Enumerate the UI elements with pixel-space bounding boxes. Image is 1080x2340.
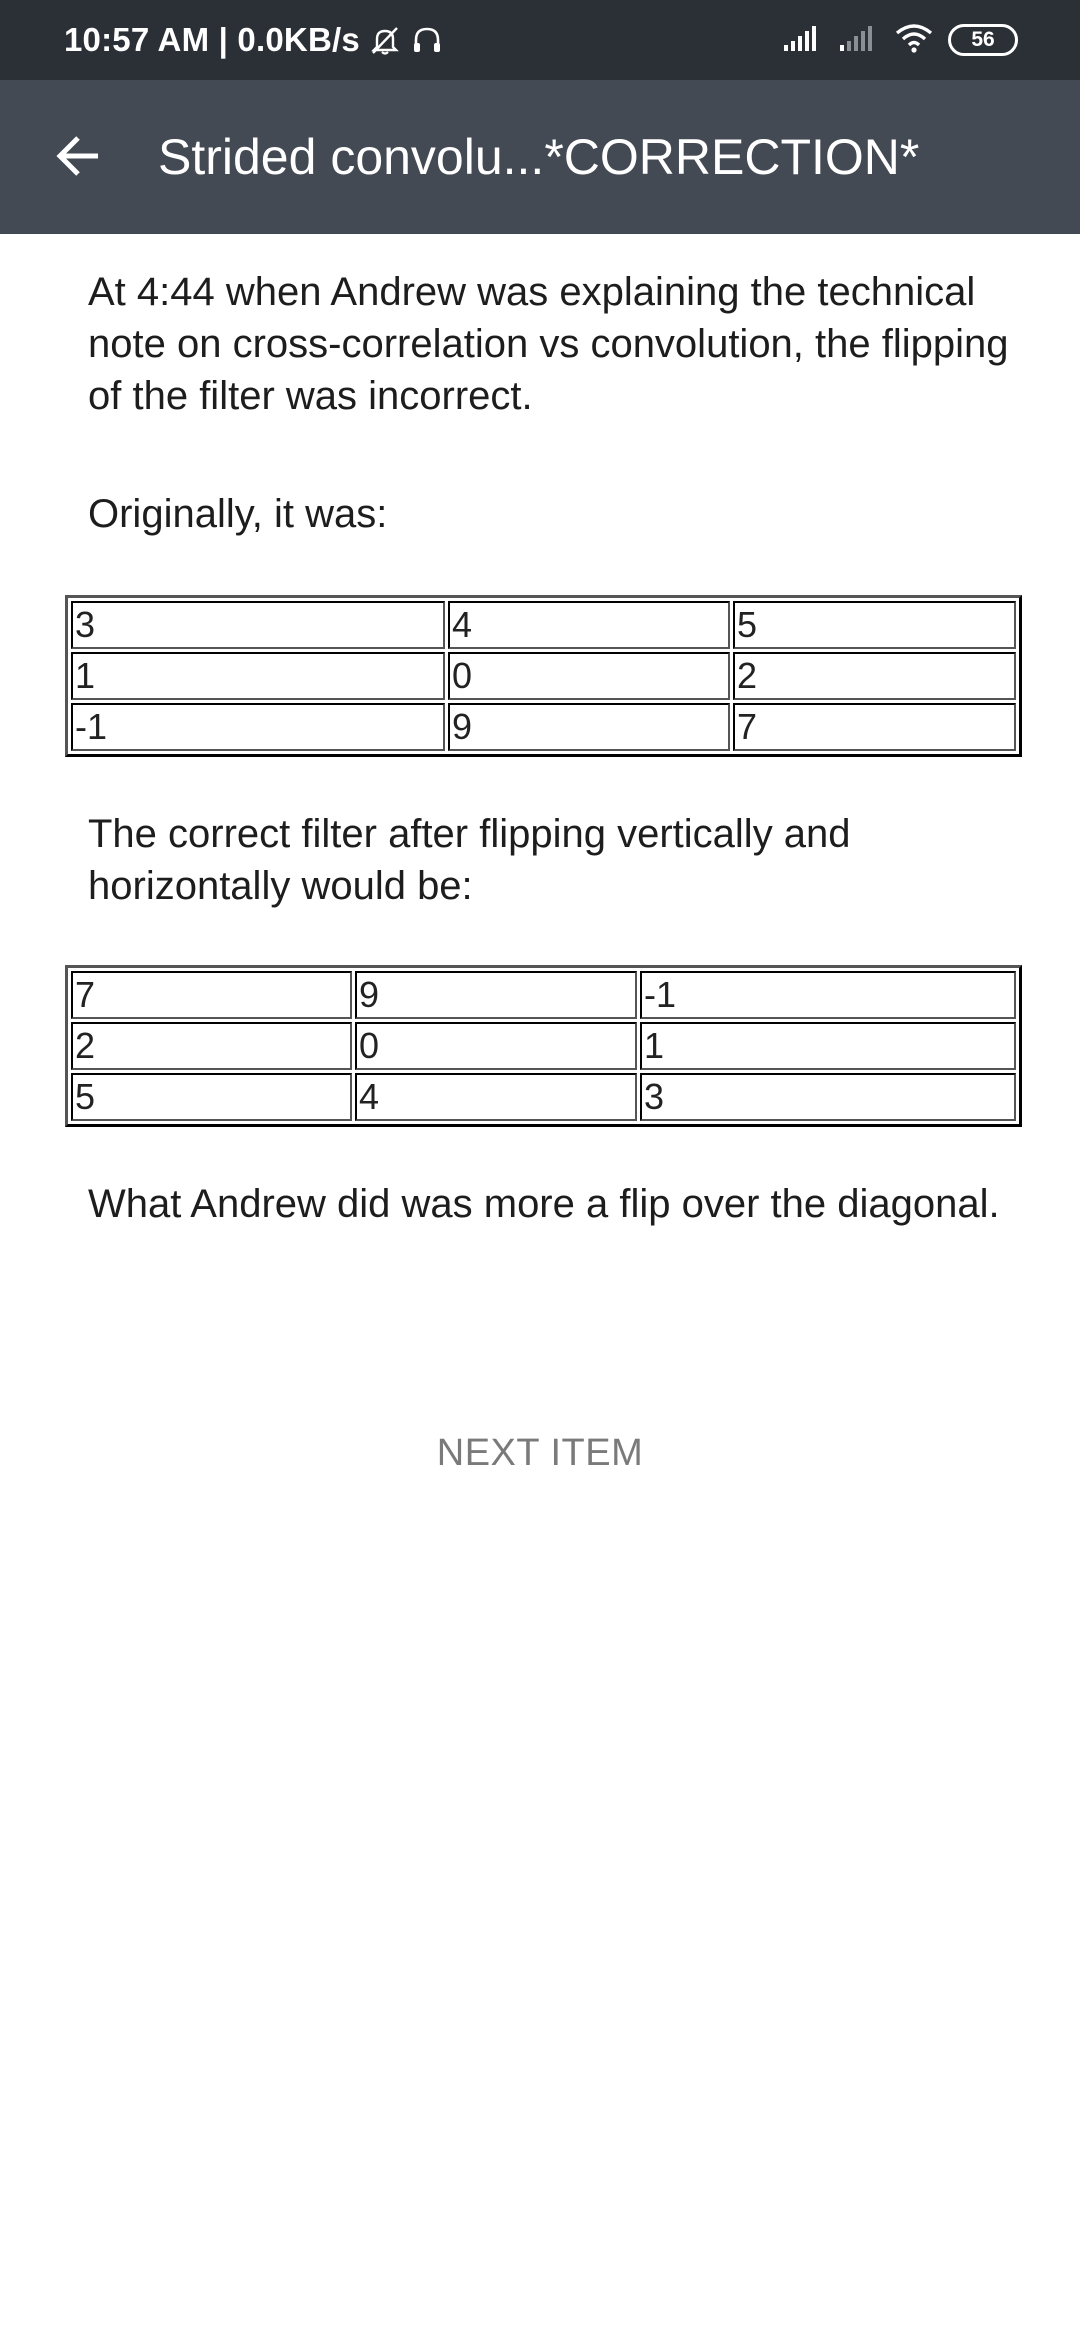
arrow-left-icon <box>52 130 104 187</box>
table-cell: 4 <box>448 601 730 649</box>
table-row: 1 0 2 <box>71 652 1016 700</box>
battery-indicator: 56 <box>948 24 1018 56</box>
table-cell: 2 <box>71 1022 352 1070</box>
table-cell: 9 <box>355 971 637 1019</box>
status-bar: 10:57 AM | 0.0KB/s 56 <box>0 0 1080 80</box>
table-cell: 9 <box>448 703 730 751</box>
intro-paragraph: At 4:44 when Andrew was explaining the t… <box>88 270 1009 418</box>
conclusion-paragraph: What Andrew did was more a flip over the… <box>88 1182 1000 1226</box>
table-cell: 3 <box>640 1073 1016 1121</box>
table-cell: -1 <box>640 971 1016 1019</box>
table-cell: 5 <box>733 601 1016 649</box>
table-row: -1 9 7 <box>71 703 1016 751</box>
status-right: 56 <box>782 0 1018 80</box>
headset-icon <box>410 23 444 57</box>
table-cell: -1 <box>71 703 445 751</box>
table-cell: 2 <box>733 652 1016 700</box>
table-cell: 1 <box>71 652 445 700</box>
table-cell: 4 <box>355 1073 637 1121</box>
next-item-button[interactable]: NEXT ITEM <box>0 1432 1080 1475</box>
signal-weak-icon <box>838 23 880 58</box>
back-button[interactable] <box>40 120 116 196</box>
table-cell: 7 <box>733 703 1016 751</box>
table-row: 5 4 3 <box>71 1073 1016 1121</box>
correct-filter-paragraph: The correct filter after flipping vertic… <box>88 812 851 908</box>
table-row: 3 4 5 <box>71 601 1016 649</box>
table-cell: 3 <box>71 601 445 649</box>
status-left: 10:57 AM | 0.0KB/s <box>64 0 444 80</box>
table-cell: 0 <box>355 1022 637 1070</box>
table-cell: 7 <box>71 971 352 1019</box>
corrected-filter-table: 7 9 -1 2 0 1 5 4 3 <box>65 965 1022 1127</box>
table-row: 2 0 1 <box>71 1022 1016 1070</box>
table-cell: 5 <box>71 1073 352 1121</box>
wifi-icon <box>894 23 934 58</box>
table-cell: 1 <box>640 1022 1016 1070</box>
table-row: 7 9 -1 <box>71 971 1016 1019</box>
table-cell: 0 <box>448 652 730 700</box>
originally-paragraph: Originally, it was: <box>88 492 388 536</box>
app-bar: Strided convolu...*CORRECTION* <box>0 80 1080 234</box>
status-time-speed: 10:57 AM | 0.0KB/s <box>64 21 360 58</box>
signal-icon <box>782 23 824 58</box>
original-filter-table: 3 4 5 1 0 2 -1 9 7 <box>65 595 1022 757</box>
mute-bell-icon <box>368 23 402 57</box>
page-title: Strided convolu...*CORRECTION* <box>158 129 920 185</box>
